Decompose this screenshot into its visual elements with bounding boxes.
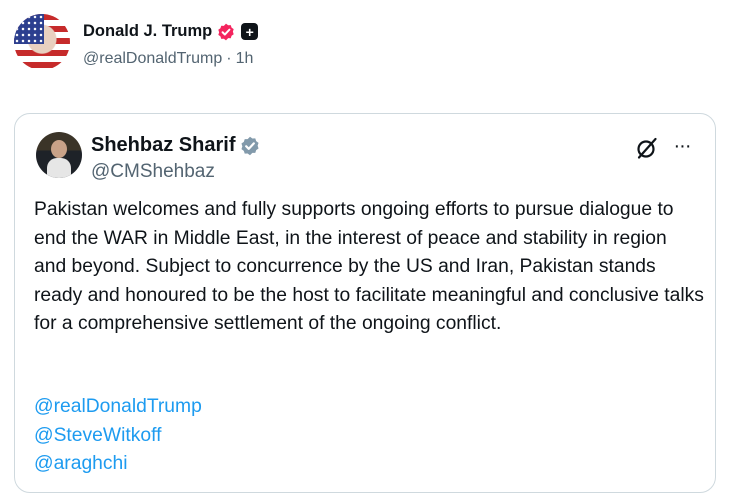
quoted-avatar[interactable] — [36, 132, 82, 178]
mention-link[interactable]: @SteveWitkoff — [34, 422, 202, 451]
mention-link[interactable]: @realDonaldTrump — [34, 393, 202, 422]
quoted-author-name[interactable]: Shehbaz Sharif — [91, 134, 235, 157]
grok-icon[interactable] — [635, 136, 659, 160]
meta-separator: · — [226, 50, 232, 67]
author-meta: @realDonaldTrump · 1h — [83, 50, 258, 68]
author-row: Donald J. Trump + — [83, 22, 259, 41]
quoted-post-card[interactable]: Shehbaz Sharif @CMShehbaz ··· Pakistan w… — [14, 113, 716, 493]
author-name[interactable]: Donald J. Trump — [83, 22, 212, 41]
quoted-author-row: Shehbaz Sharif — [91, 134, 260, 157]
mention-link[interactable]: @araghchi — [34, 450, 202, 479]
more-icon[interactable]: ··· — [670, 136, 694, 160]
verified-badge-icon — [241, 136, 260, 155]
author-handle[interactable]: @realDonaldTrump — [83, 50, 222, 67]
verified-badge-icon — [218, 23, 234, 40]
mentions-list: @realDonaldTrump @SteveWitkoff @araghchi — [34, 393, 202, 479]
quoted-author-handle[interactable]: @CMShehbaz — [91, 161, 215, 183]
author-block: Donald J. Trump + @realDonaldTrump · 1h — [83, 22, 259, 70]
post-time[interactable]: 1h — [236, 50, 254, 67]
avatar[interactable] — [14, 14, 70, 70]
plus-badge-icon: + — [241, 23, 259, 40]
post-header: Donald J. Trump + @realDonaldTrump · 1h — [14, 14, 259, 70]
quoted-post-text: Pakistan welcomes and fully supports ong… — [34, 199, 704, 335]
